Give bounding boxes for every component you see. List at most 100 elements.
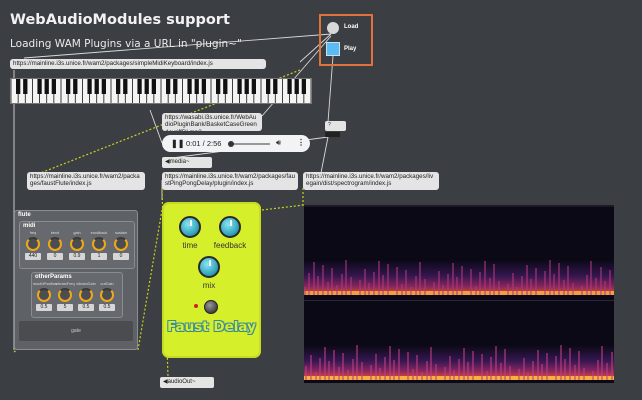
param-value[interactable]: 0 [47,253,63,260]
param-dial[interactable] [70,237,84,251]
spectrum-streak [530,279,532,295]
black-key[interactable] [23,79,28,94]
spectrum-streak [304,287,306,295]
param-dial[interactable] [37,288,51,302]
spectrum-streak [523,358,525,380]
seek-handle[interactable] [228,141,235,147]
load-label: Load [344,24,359,30]
media-node-label: media~ [169,159,190,165]
black-key[interactable] [66,79,71,94]
spectrogram-display [304,205,614,383]
midi-file-url-box[interactable]: https://wasabi.i3s.unice.fr/WebAudioPlug… [162,113,262,131]
spectrum-streak [449,356,451,380]
black-key[interactable] [223,79,228,94]
mix-label: mix [202,281,216,290]
param-dial[interactable] [26,237,40,251]
param-dial[interactable] [114,237,128,251]
black-key[interactable] [166,79,171,94]
spectrogram-url-box[interactable]: https://mainline.i3s.unice.fr/wam2/packa… [303,172,439,190]
param-value[interactable]: 0.5 [36,304,52,311]
black-key[interactable] [151,79,156,94]
spectrum-streak [359,280,361,295]
spectrum-streak [495,346,497,380]
black-key[interactable] [16,79,21,94]
param-value[interactable]: 1 [91,253,107,260]
spectrum-streak [558,263,560,295]
black-key[interactable] [44,79,49,94]
seek-bar[interactable] [230,143,270,145]
spectrum-streak [324,347,326,380]
spectrum-streak [421,372,423,380]
param-value[interactable]: 0.9 [69,253,85,260]
spectrum-streak [526,265,528,295]
spectrum-streak [442,285,444,295]
load-button[interactable] [327,22,339,34]
param-value[interactable]: 0 [113,253,129,260]
keyboard-url-box[interactable]: https://mainline.i3s.unice.fr/wam2/packa… [10,59,266,69]
keyboard-keys[interactable] [11,79,311,103]
bypass-footswitch[interactable] [204,300,218,314]
param-dial[interactable] [48,237,62,251]
black-key[interactable] [51,79,56,94]
spectrum-streak [609,270,611,295]
param-value[interactable]: 440 [25,253,41,260]
question-node[interactable]: ? [325,121,346,131]
black-key[interactable] [273,79,278,94]
midi-keyboard[interactable] [10,78,312,104]
delay-url-box[interactable]: https://mainline.i3s.unice.fr/wam2/packa… [162,172,298,190]
feedback-knob[interactable] [219,216,241,238]
volume-icon[interactable]: 🔊︎ [276,138,281,148]
black-key[interactable] [73,79,78,94]
black-key[interactable] [123,79,128,94]
spectrum-streak [567,266,569,295]
black-key[interactable] [173,79,178,94]
black-key[interactable] [116,79,121,94]
audio-player[interactable]: ❚❚ 0:01 / 2:56 🔊︎ ⋮ [162,135,310,152]
param-dial[interactable] [100,288,114,302]
param-value[interactable]: 5 [57,304,73,311]
black-key[interactable] [251,79,256,94]
black-key[interactable] [144,79,149,94]
black-key[interactable] [294,79,299,94]
media-node[interactable]: ◀︎media~ [162,157,212,168]
spectrum-streak [447,274,449,295]
spectrum-streak [490,357,492,380]
spectrum-streak [352,359,354,380]
black-key[interactable] [137,79,142,94]
black-key[interactable] [201,79,206,94]
param-label: vibratoFreq [55,282,75,286]
param-dial[interactable] [79,288,93,302]
black-key[interactable] [244,79,249,94]
black-key[interactable] [287,79,292,94]
black-key[interactable] [187,79,192,94]
black-key[interactable] [266,79,271,94]
black-key[interactable] [301,79,306,94]
more-vert-icon[interactable]: ⋮ [297,138,305,147]
black-key[interactable] [37,79,42,94]
spectrum-streak [544,271,546,295]
black-key[interactable] [101,79,106,94]
spectrum-streak [597,360,599,380]
black-key[interactable] [194,79,199,94]
spectrum-streak [327,282,329,295]
param-dial[interactable] [58,288,72,302]
spectrum-streak [560,345,562,380]
spectrum-streak [453,370,455,380]
mix-knob[interactable] [198,256,220,278]
pause-icon[interactable]: ❚❚ [171,139,184,148]
black-key[interactable] [237,79,242,94]
gate-button[interactable]: gate [19,321,133,341]
flute-url-box[interactable]: https://mainline.i3s.unice.fr/wam2/packa… [27,172,145,190]
black-key[interactable] [216,79,221,94]
spectrum-streak [564,359,566,380]
play-toggle[interactable] [326,42,340,56]
black-key[interactable] [94,79,99,94]
param-value[interactable]: 0.5 [99,304,115,311]
audio-out-node[interactable]: ◀︎audioOut~ [160,377,214,388]
black-key[interactable] [87,79,92,94]
param-dial[interactable] [92,237,106,251]
time-knob[interactable] [179,216,201,238]
spectrum-streak [581,286,583,295]
param-value[interactable]: 0.5 [78,304,94,311]
spectrum-streak [382,275,384,295]
